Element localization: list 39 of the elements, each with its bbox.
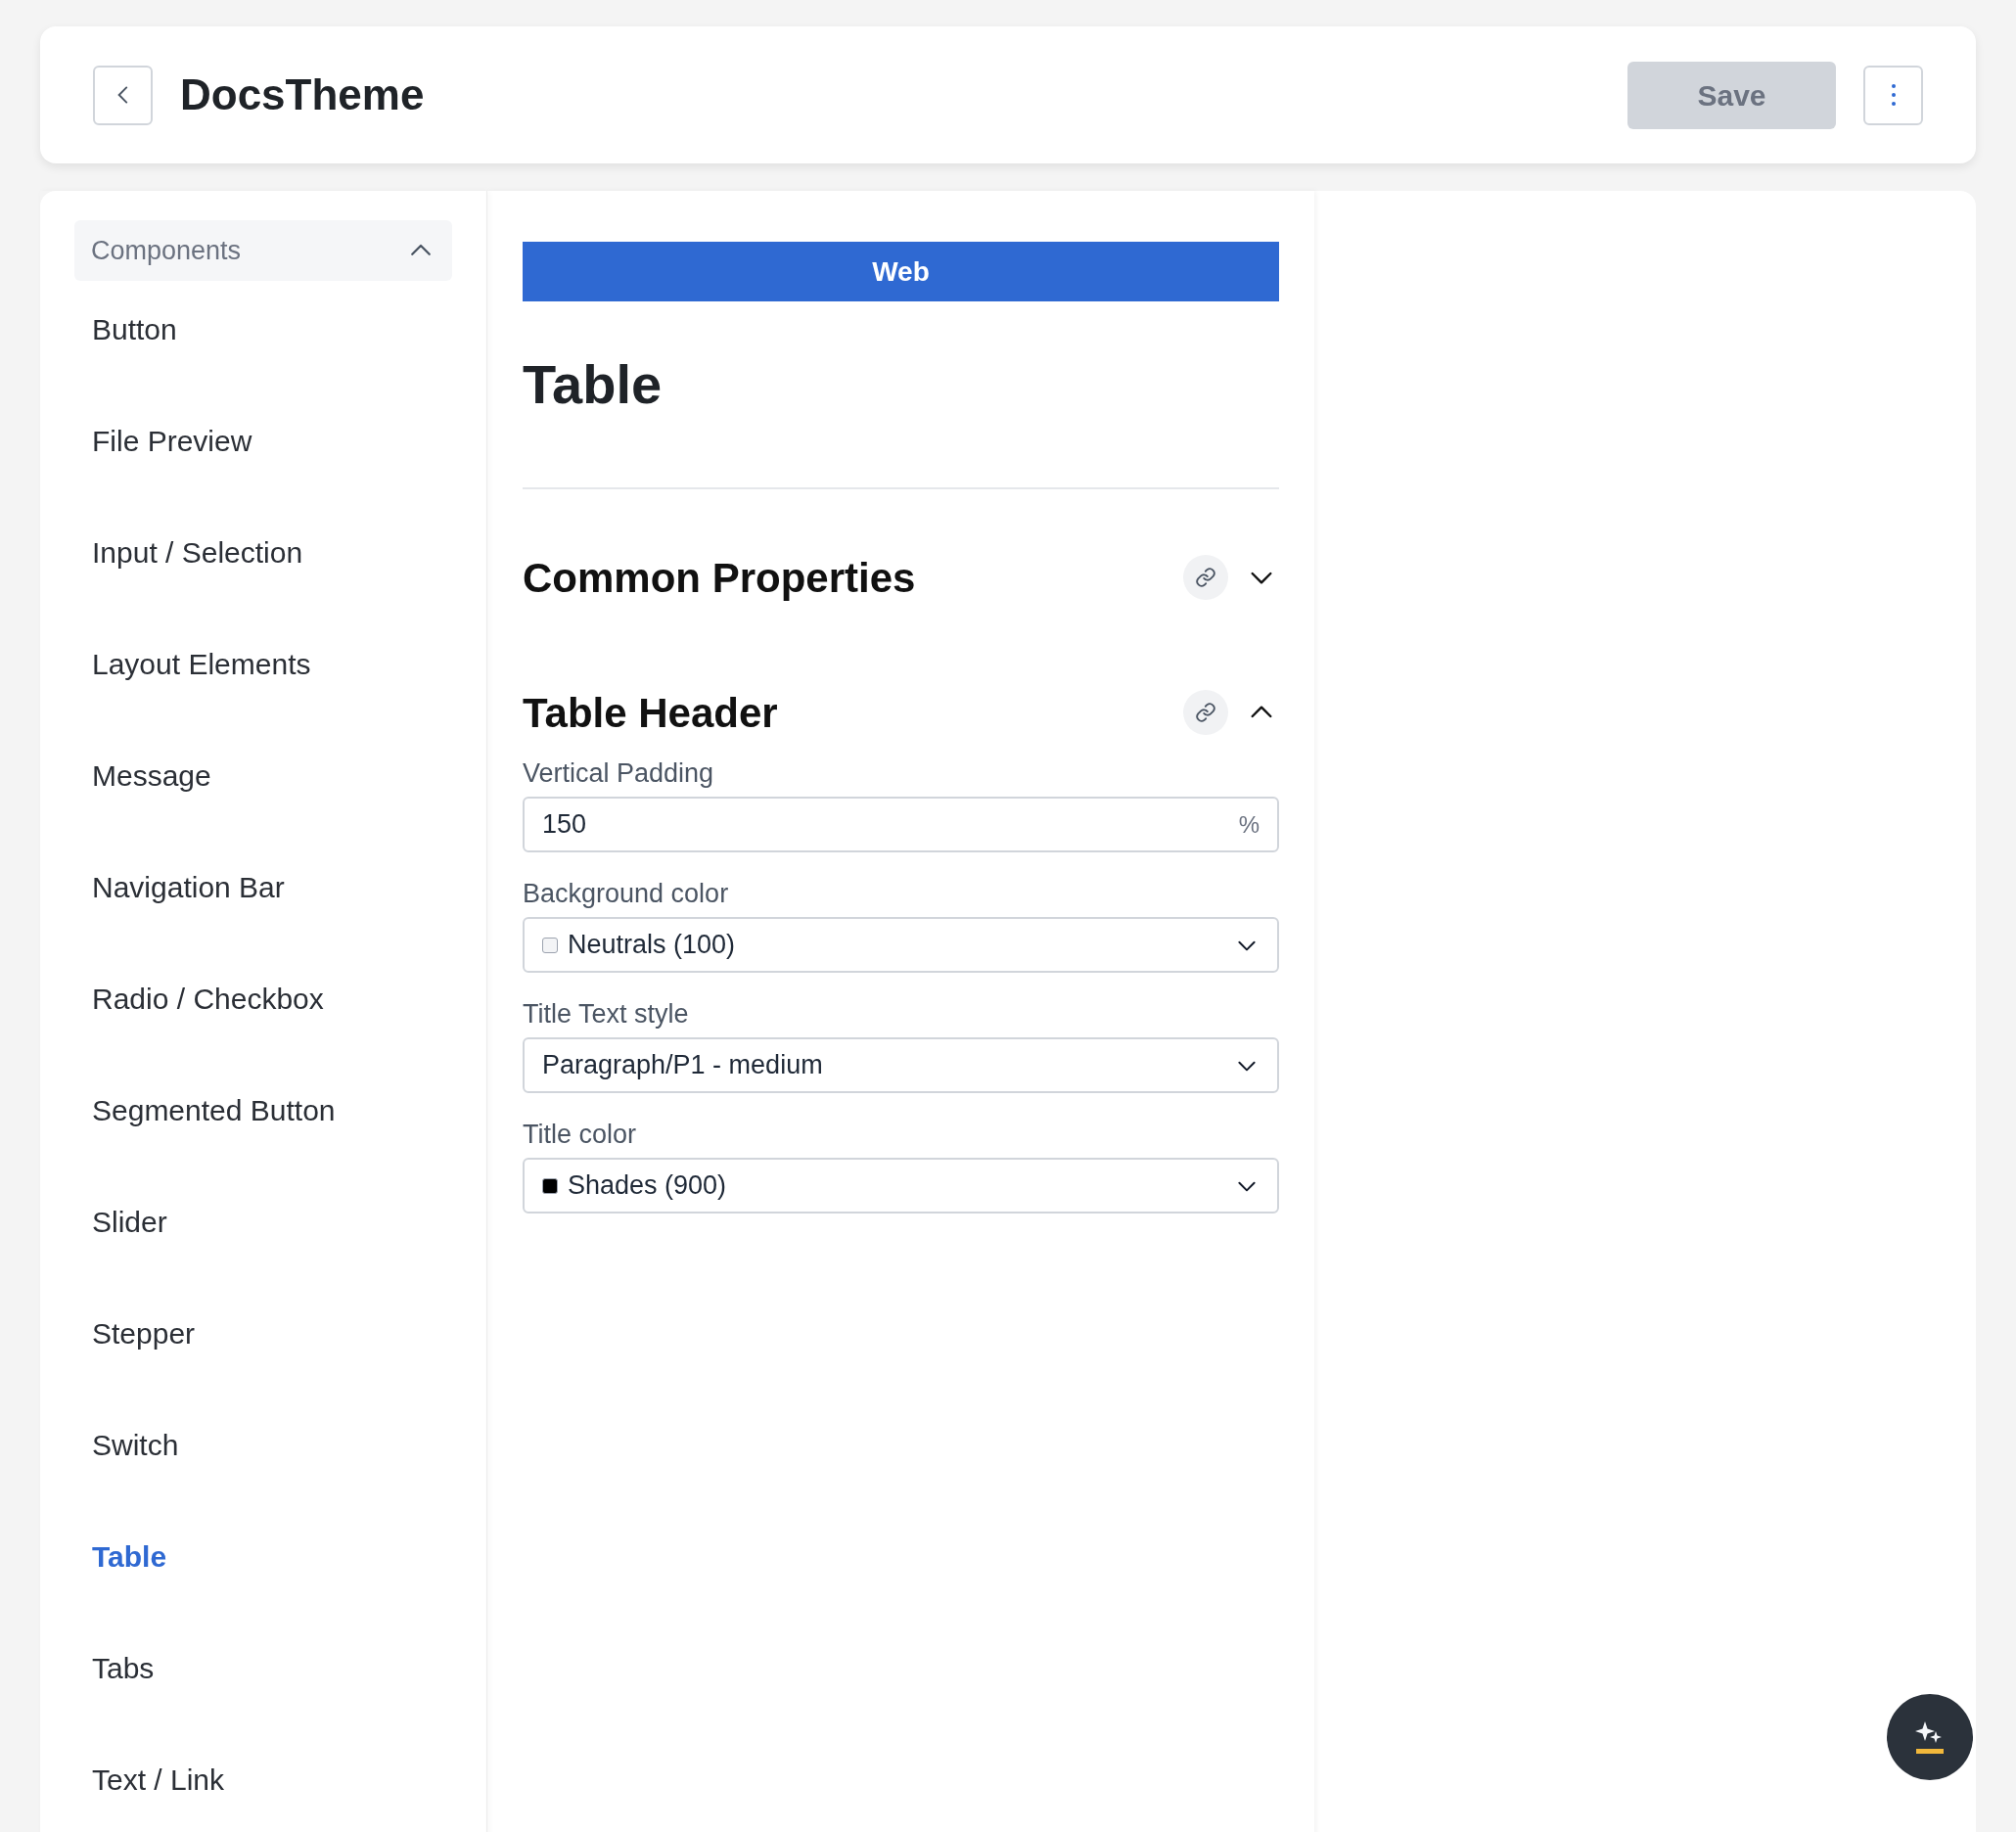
field-label: Background color — [523, 878, 730, 910]
sidebar-item[interactable]: Radio / Checkbox — [74, 972, 452, 1083]
sidebar-item[interactable]: Input / Selection — [74, 526, 452, 637]
field-value: 150 — [542, 808, 588, 842]
select-field[interactable]: Shades (900) — [523, 1158, 1279, 1214]
field-label: Title color — [523, 1119, 638, 1151]
field-label: Vertical Padding — [523, 757, 715, 790]
select-value: Paragraph/P1 - medium — [542, 1049, 824, 1082]
sidebar-item[interactable]: Slider — [74, 1195, 452, 1306]
sidebar-item[interactable]: Button — [74, 302, 452, 414]
section-heading: Common Properties — [523, 553, 917, 603]
component-title: Table — [523, 352, 664, 417]
link-button[interactable] — [1183, 690, 1228, 735]
field-label: Title Text style — [523, 998, 690, 1030]
sidebar-item[interactable]: Segmented Button — [74, 1083, 452, 1195]
page-title: DocsTheme — [180, 69, 426, 120]
link-button[interactable] — [1183, 555, 1228, 600]
sidebar-item[interactable]: Message — [74, 749, 452, 860]
select-value: Shades (900) — [568, 1169, 728, 1203]
sidebar-item[interactable]: Text / Link — [74, 1753, 452, 1832]
sparkle-icon — [1915, 1719, 1945, 1755]
select-field[interactable]: Paragraph/P1 - medium — [523, 1037, 1279, 1093]
platform-tab[interactable]: Web — [523, 242, 1279, 301]
select-field[interactable]: Neutrals (100) — [523, 917, 1279, 973]
link-icon — [1195, 702, 1216, 723]
select-value: Neutrals (100) — [568, 929, 737, 962]
sidebar-item[interactable]: Table — [74, 1530, 452, 1641]
sidebar-item[interactable]: Layout Elements — [74, 637, 452, 749]
unit-suffix: % — [1238, 809, 1260, 840]
number-field[interactable]: 150 % — [523, 797, 1279, 852]
link-icon — [1195, 567, 1216, 588]
sidebar-item[interactable]: File Preview — [74, 414, 452, 526]
kebab-menu-icon — [1890, 83, 1897, 107]
components-group-header[interactable]: Components — [74, 220, 452, 281]
sidebar-item[interactable]: Stepper — [74, 1306, 452, 1418]
sidebar-item[interactable]: Switch — [74, 1418, 452, 1530]
section-heading: Table Header — [523, 688, 779, 738]
sidebar-item[interactable]: Navigation Bar — [74, 860, 452, 972]
sidebar-item[interactable]: Tabs — [74, 1641, 452, 1753]
